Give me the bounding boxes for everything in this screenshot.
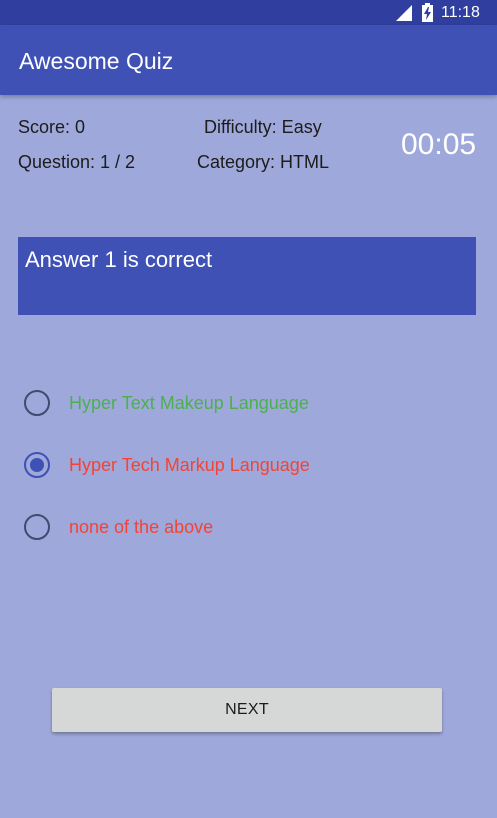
countdown-timer: 00:05 — [401, 128, 477, 161]
radio-button-2[interactable] — [24, 452, 50, 478]
answer-option-1-label: Hyper Text Makeup Language — [69, 393, 309, 413]
answer-option-1[interactable]: Hyper Text Makeup Language — [24, 383, 444, 423]
radio-button-3[interactable] — [24, 514, 50, 540]
question-box: Answer 1 is correct — [18, 237, 476, 315]
radio-button-1[interactable] — [24, 390, 50, 416]
answer-option-2-label: Hyper Tech Markup Language — [69, 455, 310, 475]
question-count-label: Question: 1 / 2 — [18, 152, 136, 172]
next-button[interactable]: NEXT — [52, 688, 442, 732]
app-title: Awesome Quiz — [19, 48, 174, 74]
answer-option-2[interactable]: Hyper Tech Markup Language — [24, 445, 444, 485]
signal-icon — [396, 5, 412, 21]
score-label: Score: 0 — [18, 117, 86, 137]
status-bar: 11:18 — [0, 0, 497, 25]
difficulty-label: Difficulty: Easy — [204, 117, 322, 137]
answer-option-3[interactable]: none of the above — [24, 507, 444, 547]
answer-option-3-label: none of the above — [69, 517, 214, 537]
status-time: 11:18 — [441, 4, 480, 21]
question-text: Answer 1 is correct — [25, 247, 213, 272]
category-label: Category: HTML — [197, 152, 330, 172]
battery-charging-icon — [422, 3, 433, 22]
app-bar: Awesome Quiz — [0, 25, 497, 95]
